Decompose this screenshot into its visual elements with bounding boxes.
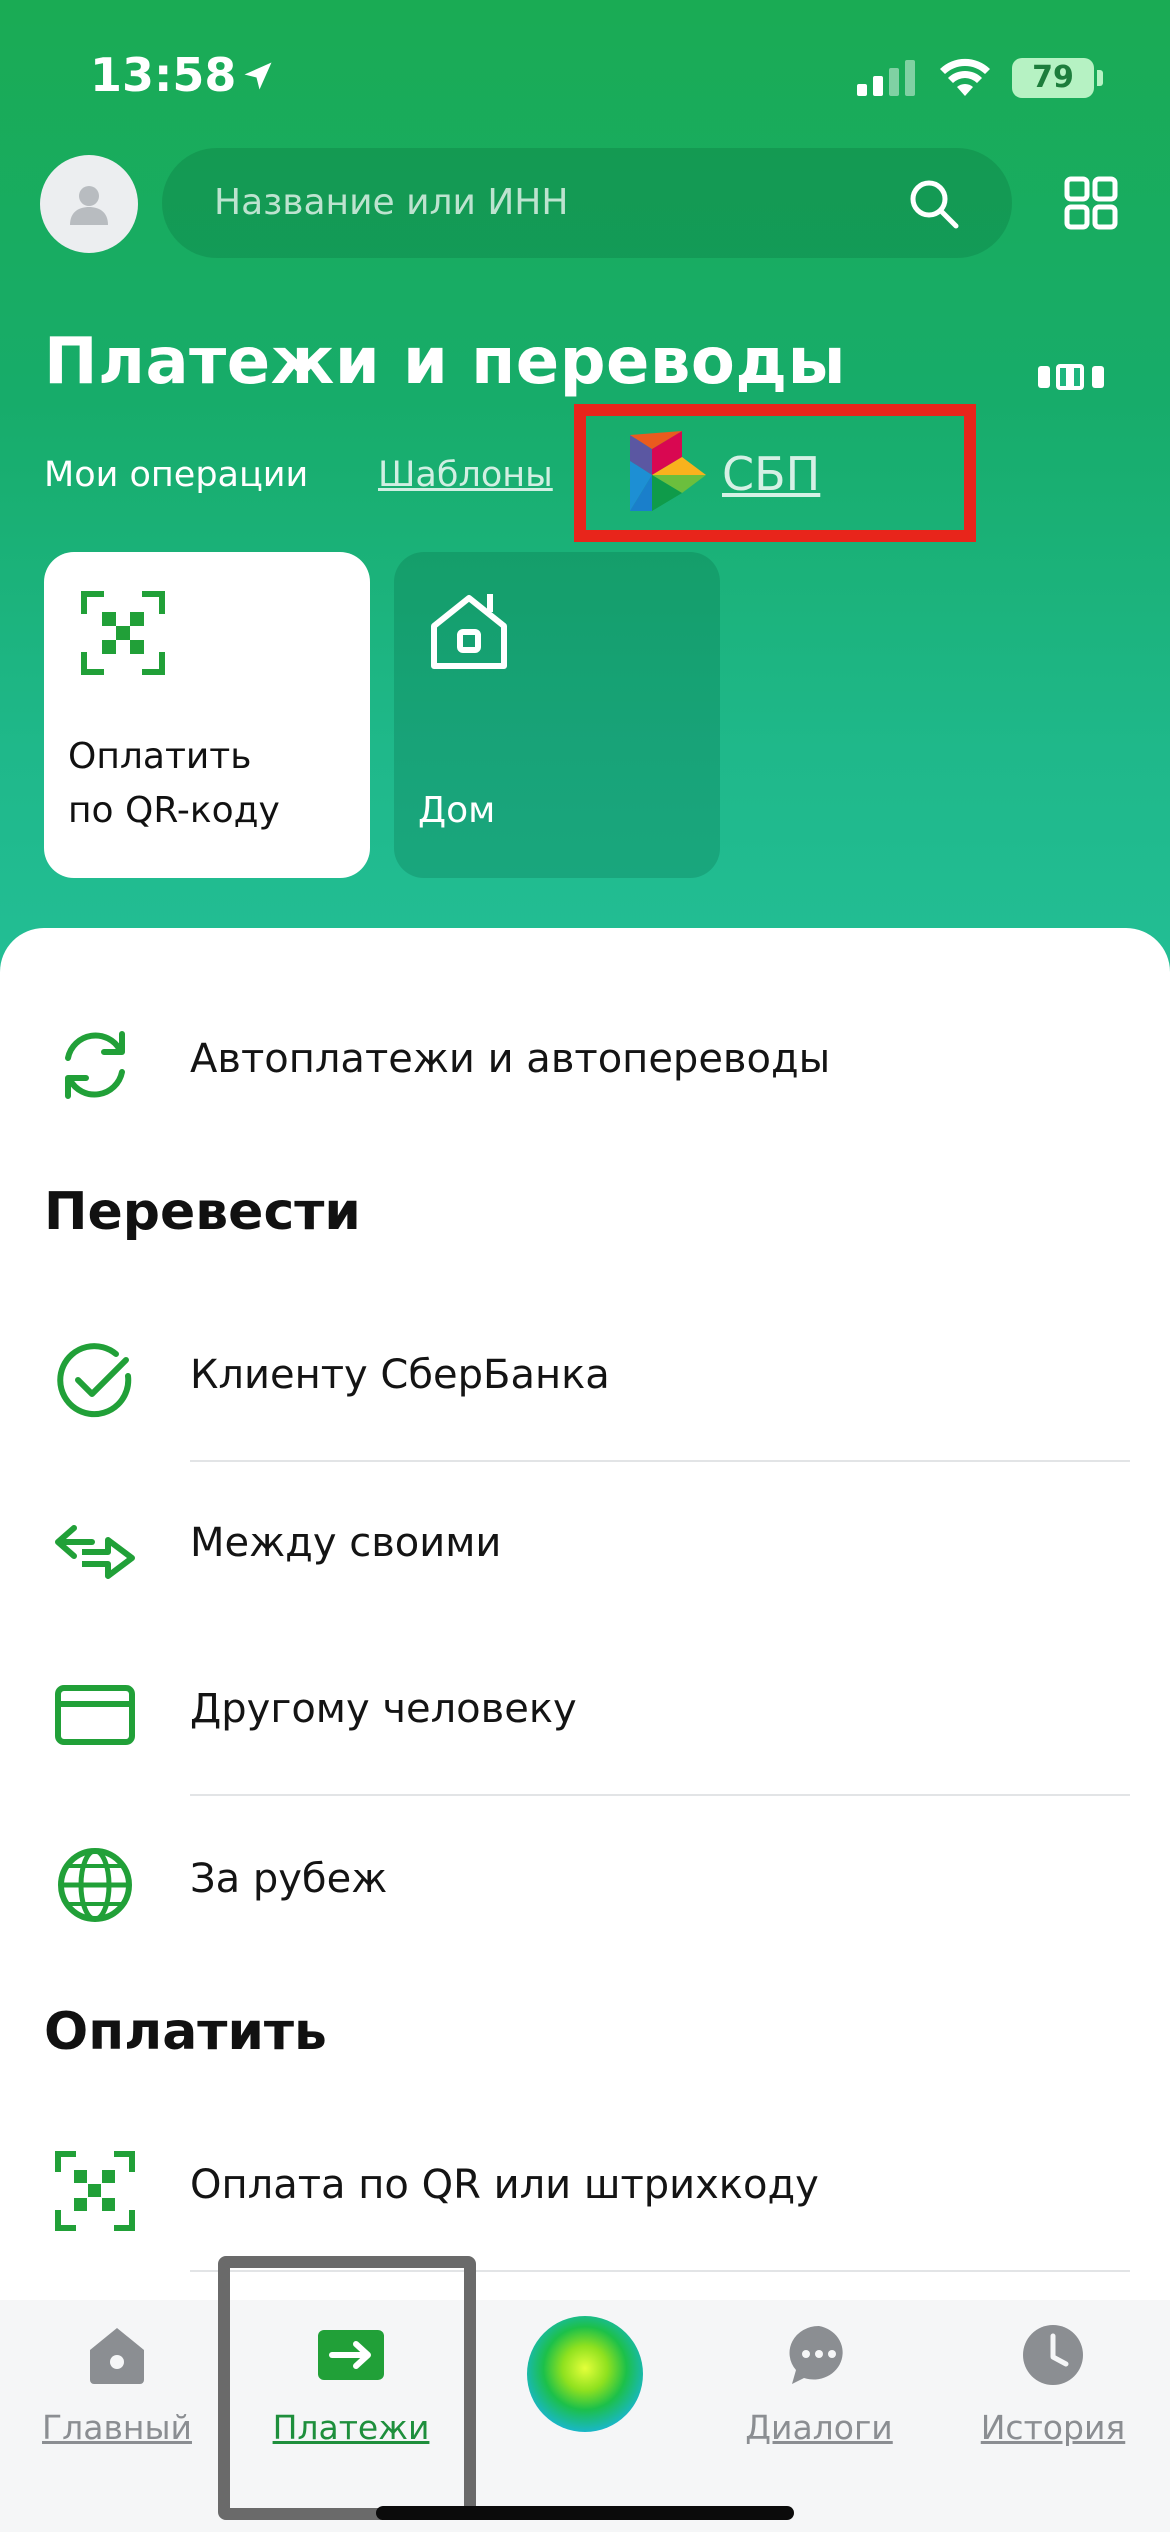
- tile-label: Дом: [418, 790, 496, 831]
- battery-indicator: 79: [1012, 58, 1094, 98]
- pay-row-qr-barcode[interactable]: Оплата по QR или штрихкоду: [0, 2104, 1170, 2272]
- transfer-row-label: За рубеж: [190, 1856, 388, 1902]
- nav-item-history[interactable]: История: [936, 2300, 1170, 2532]
- nav-label: Диалоги: [745, 2408, 893, 2447]
- tile-label-line: по QR-коду: [68, 790, 280, 831]
- card-icon: [55, 1685, 135, 1745]
- search-icon[interactable]: [906, 176, 962, 232]
- transfer-row-label: Между своими: [190, 1520, 502, 1566]
- qr-icon: [55, 2151, 135, 2231]
- location-arrow-icon: [244, 62, 272, 90]
- checkmark-circle-icon: [57, 1343, 132, 1418]
- autopay-row[interactable]: Автоплатежи и автопереводы: [0, 978, 1170, 1146]
- subnav-my-operations[interactable]: Мои операции: [44, 455, 308, 495]
- avatar[interactable]: [40, 155, 138, 253]
- view-toggle-icon[interactable]: [1038, 362, 1104, 392]
- battery-tip: [1097, 70, 1103, 86]
- sbp-highlight-box: [574, 404, 976, 542]
- nav-label: История: [980, 2408, 1126, 2447]
- grid-menu-icon[interactable]: [1064, 176, 1118, 230]
- transfer-row-sber-client[interactable]: Клиенту СберБанка: [0, 1294, 1170, 1462]
- nav-label: Главный: [42, 2408, 192, 2447]
- pay-row-label: Оплата по QR или штрихкоду: [190, 2162, 819, 2208]
- tile-pay-by-qr[interactable]: Оплатить по QR-коду: [44, 552, 370, 878]
- section-title-transfer: Перевести: [44, 1182, 361, 1242]
- search-bar[interactable]: Название или ИНН: [162, 148, 1012, 258]
- clock-icon: [1023, 2325, 1083, 2385]
- refresh-icon: [65, 1031, 125, 1099]
- search-input[interactable]: Название или ИНН: [214, 182, 568, 223]
- arrows-between-icon: [55, 1525, 135, 1579]
- assistant-orb-icon: [527, 2316, 643, 2432]
- wifi-icon: [940, 58, 990, 96]
- transfer-row-other-person[interactable]: Другому человеку: [0, 1628, 1170, 1796]
- house-icon: [431, 594, 507, 669]
- qr-icon: [81, 591, 165, 675]
- home-indicator: [376, 2506, 794, 2520]
- globe-icon: [58, 1848, 132, 1922]
- subnav-templates[interactable]: Шаблоны: [378, 455, 553, 495]
- main-sheet: Автоплатежи и автопереводы Перевести Кли…: [0, 928, 1170, 2532]
- cellular-signal-icon: [857, 60, 915, 96]
- chat-icon: [789, 2325, 843, 2384]
- bottom-nav: Главный Платежи Диалоги История: [0, 2300, 1170, 2532]
- user-icon: [70, 186, 108, 225]
- nav-item-dialogs[interactable]: Диалоги: [702, 2300, 936, 2532]
- nav-item-assistant[interactable]: [468, 2300, 702, 2532]
- transfer-row-abroad[interactable]: За рубеж: [0, 1798, 1170, 1966]
- status-bar: 13:58 79: [0, 0, 1170, 150]
- transfer-row-between-own[interactable]: Между своими: [0, 1462, 1170, 1630]
- page-title: Платежи и переводы: [44, 325, 846, 399]
- section-title-pay: Оплатить: [44, 2002, 327, 2062]
- transfer-row-label: Другому человеку: [190, 1686, 577, 1732]
- tile-home[interactable]: Дом: [394, 552, 720, 878]
- status-time: 13:58: [90, 48, 237, 102]
- nav-item-main[interactable]: Главный: [0, 2300, 234, 2532]
- autopay-label: Автоплатежи и автопереводы: [190, 1036, 831, 1082]
- home-icon: [90, 2328, 144, 2384]
- tile-label: Оплатить по QR-коду: [68, 730, 280, 838]
- payments-highlight-box: [218, 2256, 476, 2520]
- row-divider: [190, 1794, 1130, 1796]
- tile-label-line: Оплатить: [68, 736, 252, 777]
- transfer-row-label: Клиенту СберБанка: [190, 1352, 610, 1398]
